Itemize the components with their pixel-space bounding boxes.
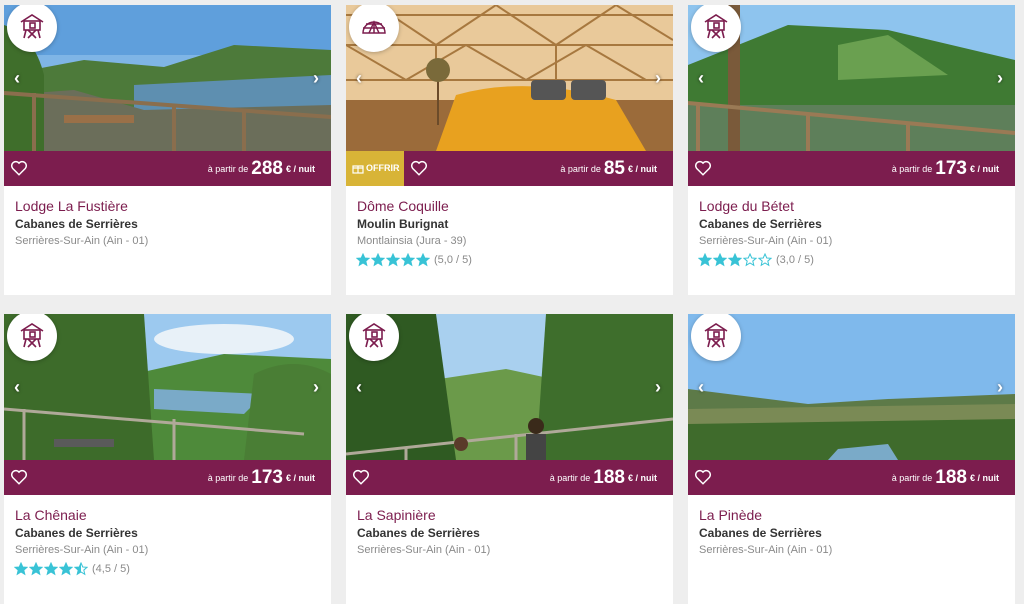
listing-card[interactable]: ‹ › à partir de 188 € / nuit La Sapinière … [346, 314, 673, 604]
listing-subtitle: Cabanes de Serrières [15, 526, 138, 540]
price-bar: à partir de 288 € / nuit [4, 151, 331, 186]
price-prefix: à partir de [207, 473, 249, 483]
rating: (4,5 / 5) [14, 562, 130, 576]
star-icon [698, 253, 712, 267]
price-bar: à partir de 188 € / nuit [346, 460, 673, 495]
listing-title[interactable]: La Pinède [699, 507, 762, 523]
listing-card[interactable]: ‹ › OFFRIR à partir de 85 € / nuit Dôme Co… [346, 5, 673, 295]
price-prefix: à partir de [207, 164, 249, 174]
listing-title[interactable]: La Chênaie [15, 507, 87, 523]
prev-photo-arrow[interactable]: ‹ [352, 378, 366, 396]
gift-icon [352, 165, 364, 174]
heart-icon[interactable] [10, 159, 28, 177]
gift-offer-button[interactable]: OFFRIR [346, 151, 404, 186]
rating-text: (4,5 / 5) [92, 563, 130, 575]
listing-card[interactable]: ‹ › à partir de 288 € / nuit Lodge La Fust… [4, 5, 331, 295]
listing-location: Serrières-Sur-Ain (Ain - 01) [15, 544, 149, 556]
star-icon [356, 253, 370, 267]
listing-location: Serrières-Sur-Ain (Ain - 01) [357, 544, 491, 556]
next-photo-arrow[interactable]: › [651, 378, 665, 396]
star-icon [728, 253, 742, 267]
heart-icon[interactable] [410, 159, 428, 177]
price-amount: 85 [603, 158, 625, 179]
listing-location: Serrières-Sur-Ain (Ain - 01) [15, 235, 149, 247]
next-photo-arrow[interactable]: › [309, 378, 323, 396]
price-bar: à partir de 173 € / nuit [4, 460, 331, 495]
price-amount: 173 [251, 467, 283, 488]
rating-stars [356, 253, 431, 267]
listing-title[interactable]: Dôme Coquille [357, 198, 449, 214]
price-prefix: à partir de [549, 473, 591, 483]
price: à partir de 173 € / nuit [892, 151, 999, 186]
listing-subtitle: Moulin Burignat [357, 217, 449, 231]
rating-stars [698, 253, 773, 267]
prev-photo-arrow[interactable]: ‹ [10, 69, 24, 87]
price-unit: € / nuit [286, 164, 315, 174]
price-bar: OFFRIR à partir de 85 € / nuit [346, 151, 673, 186]
listing-location: Montlainsia (Jura - 39) [357, 235, 467, 247]
price-prefix: à partir de [560, 164, 601, 174]
listing-card[interactable]: ‹ › à partir de 173 € / nuit La Chênaie Ca… [4, 314, 331, 604]
prev-photo-arrow[interactable]: ‹ [694, 69, 708, 87]
rating: (3,0 / 5) [698, 253, 814, 267]
prev-photo-arrow[interactable]: ‹ [352, 69, 366, 87]
next-photo-arrow[interactable]: › [993, 378, 1007, 396]
price-prefix: à partir de [891, 473, 933, 483]
rating-text: (5,0 / 5) [434, 254, 472, 266]
listing-subtitle: Cabanes de Serrières [15, 217, 138, 231]
star-icon [44, 562, 58, 576]
listing-title[interactable]: La Sapinière [357, 507, 436, 523]
rating-text: (3,0 / 5) [776, 254, 814, 266]
star-icon [386, 253, 400, 267]
listing-location: Serrières-Sur-Ain (Ain - 01) [699, 544, 833, 556]
price-unit: € / nuit [286, 473, 315, 483]
price: à partir de 188 € / nuit [550, 460, 657, 495]
next-photo-arrow[interactable]: › [651, 69, 665, 87]
star-icon [29, 562, 43, 576]
price-unit: € / nuit [628, 473, 657, 483]
price-amount: 188 [593, 467, 625, 488]
next-photo-arrow[interactable]: › [309, 69, 323, 87]
price-amount: 188 [935, 467, 967, 488]
listing-title[interactable]: Lodge du Bétet [699, 198, 794, 214]
listing-card[interactable]: ‹ › à partir de 188 € / nuit La Pinède Cab… [688, 314, 1015, 604]
star-icon [758, 253, 772, 267]
star-icon [713, 253, 727, 267]
prev-photo-arrow[interactable]: ‹ [694, 378, 708, 396]
price-amount: 173 [935, 158, 967, 179]
price: à partir de 288 € / nuit [208, 151, 315, 186]
next-photo-arrow[interactable]: › [993, 69, 1007, 87]
prev-photo-arrow[interactable]: ‹ [10, 378, 24, 396]
price: à partir de 173 € / nuit [208, 460, 315, 495]
price-unit: € / nuit [970, 473, 999, 483]
heart-icon[interactable] [10, 468, 28, 486]
rating-stars [14, 562, 89, 576]
star-icon [743, 253, 757, 267]
offer-label: OFFRIR [366, 163, 400, 173]
price: à partir de 85 € / nuit [560, 151, 657, 186]
heart-icon[interactable] [694, 159, 712, 177]
listing-location: Serrières-Sur-Ain (Ain - 01) [699, 235, 833, 247]
price-bar: à partir de 173 € / nuit [688, 151, 1015, 186]
price-prefix: à partir de [891, 164, 933, 174]
star-icon [74, 562, 88, 576]
listing-title[interactable]: Lodge La Fustière [15, 198, 128, 214]
star-icon [401, 253, 415, 267]
star-icon [416, 253, 430, 267]
rating: (5,0 / 5) [356, 253, 472, 267]
price: à partir de 188 € / nuit [892, 460, 999, 495]
listing-card[interactable]: ‹ › à partir de 173 € / nuit Lodge du Béte… [688, 5, 1015, 295]
star-icon [14, 562, 28, 576]
price-bar: à partir de 188 € / nuit [688, 460, 1015, 495]
listing-subtitle: Cabanes de Serrières [699, 526, 822, 540]
listing-subtitle: Cabanes de Serrières [699, 217, 822, 231]
price-unit: € / nuit [628, 164, 657, 174]
price-amount: 288 [251, 158, 283, 179]
heart-icon[interactable] [694, 468, 712, 486]
star-icon [59, 562, 73, 576]
listing-subtitle: Cabanes de Serrières [357, 526, 480, 540]
price-unit: € / nuit [970, 164, 999, 174]
star-icon [371, 253, 385, 267]
heart-icon[interactable] [352, 468, 370, 486]
